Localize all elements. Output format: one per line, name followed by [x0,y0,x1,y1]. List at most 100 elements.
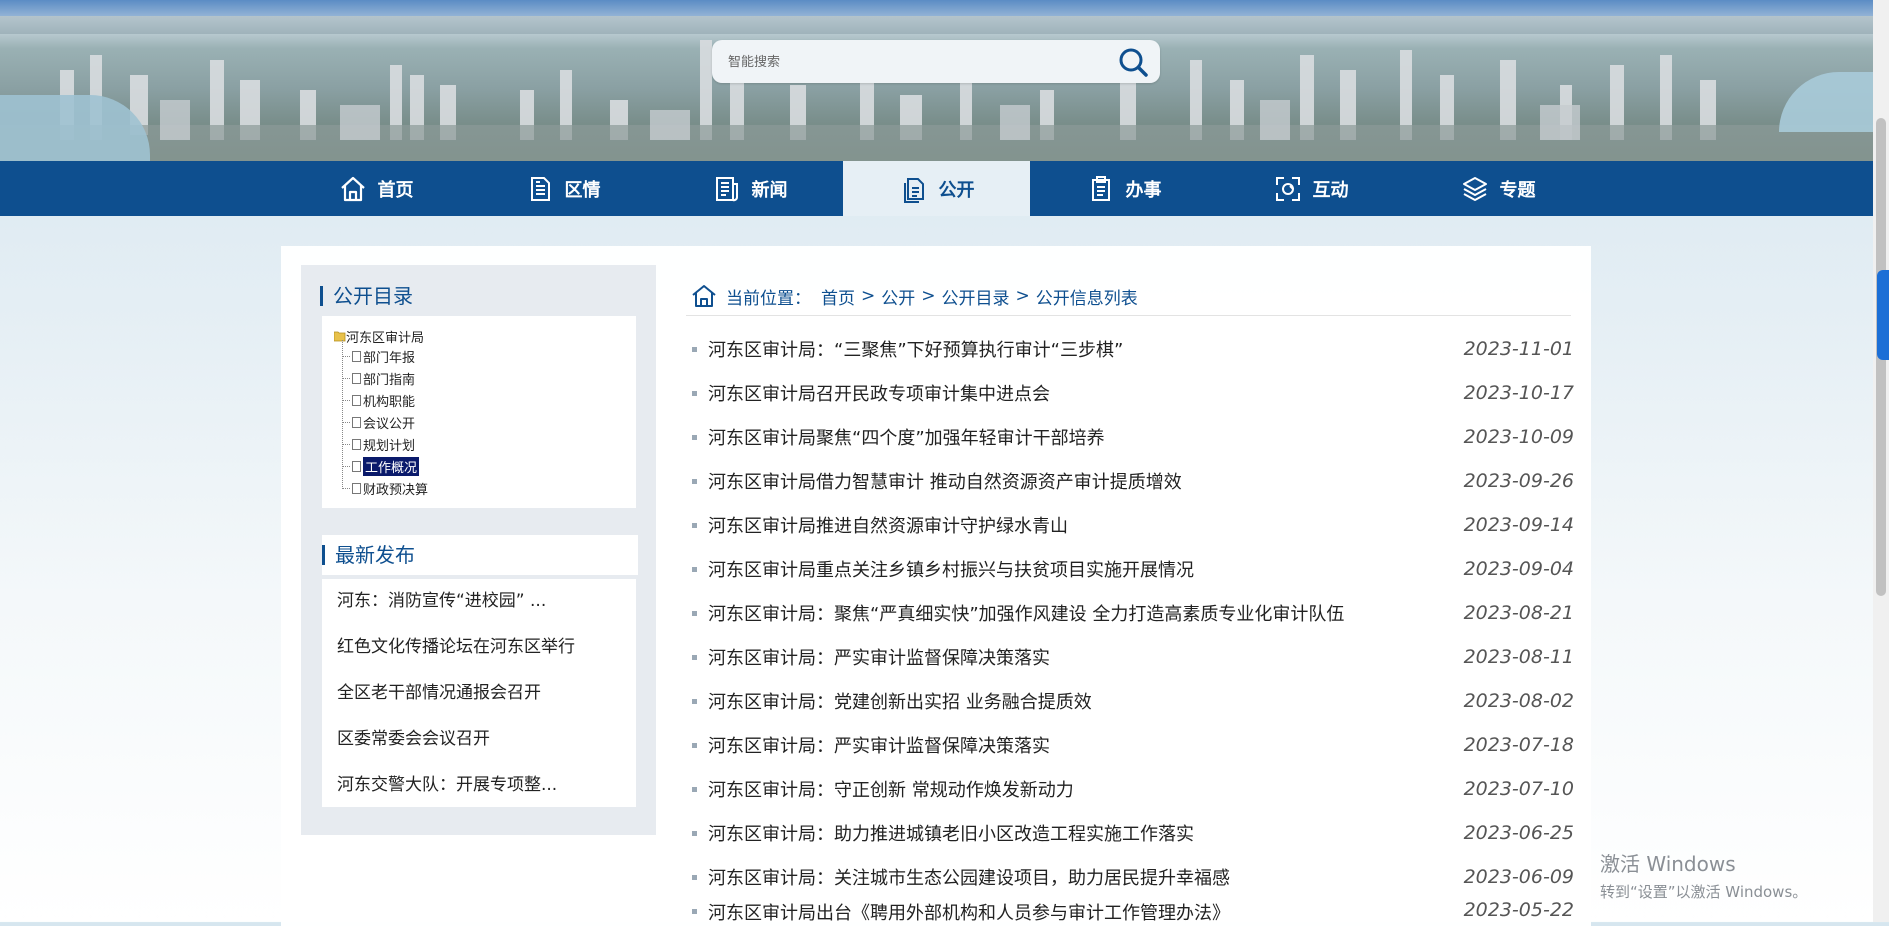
article-date: 2023-09-14 [1463,514,1574,536]
tree-item-label: 工作概况 [363,456,420,476]
side-tab[interactable] [1877,270,1889,360]
article-row[interactable]: 河东区审计局：“三聚焦”下好预算执行审计“三步棋” 2023-11-01 [692,327,1574,371]
article-row[interactable]: 河东区审计局推进自然资源审计守护绿水青山 2023-09-14 [692,503,1574,547]
nav-label-home: 首页 [377,179,414,201]
tree-item-label: 规划计划 [363,438,416,454]
breadcrumb-link-list[interactable]: 公开信息列表 [1036,284,1138,309]
article-title: 河东区审计局：关注城市生态公园建设项目，助力居民提升幸福感 [708,868,1230,889]
bullet [692,874,697,880]
article-row[interactable]: 河东区审计局出台《聘用外部机构和人员参与审计工作管理办法》 2023-05-22 [692,899,1574,922]
tree-root[interactable]: 河东区审计局 [334,327,424,346]
layers-icon [1462,176,1487,201]
article-title: 河东区审计局：助力推进城镇老旧小区改造工程实施工作落实 [708,824,1194,845]
nav-item-public[interactable]: 公开 [843,161,1030,216]
breadcrumb-separator: > [861,286,876,306]
article-date: 2023-09-26 [1463,470,1574,492]
bullet [692,742,697,748]
nav-item-news[interactable]: 新闻 [656,161,843,216]
interact-icon [1275,176,1300,201]
tree-item-selected[interactable]: 工作概况 [342,455,420,477]
document-icon [530,176,550,201]
bullet [692,786,697,792]
nav-label-public: 公开 [938,179,975,201]
tree-dash [342,487,350,489]
breadcrumb-separator: > [1015,286,1030,306]
article-date: 2023-11-01 [1463,338,1574,360]
article-row[interactable]: 河东区审计局借力智慧审计 推动自然资源资产审计提质增效 2023-09-26 [692,459,1574,503]
latest-item[interactable]: 河东交警大队：开展专项整... [337,763,627,807]
article-title: 河东区审计局：党建创新出实招 业务融合提质效 [708,692,1092,713]
article-row[interactable]: 河东区审计局：党建创新出实招 业务融合提质效 2023-08-02 [692,679,1574,723]
tree-item[interactable]: 财政预决算 [342,477,428,499]
nav-label-topics: 专题 [1499,179,1536,201]
nav-label-news: 新闻 [751,179,788,201]
news-icon [715,176,738,201]
latest-item[interactable]: 河东：消防宣传“进校园” ... [337,579,627,623]
search-button[interactable] [1116,45,1150,79]
tree-item[interactable]: 部门年报 [342,345,415,367]
bullet [692,830,697,836]
nav-item-home[interactable]: 首页 [282,161,469,216]
article-row[interactable]: 河东区审计局召开民政专项审计集中进点会 2023-10-17 [692,371,1574,415]
article-row[interactable]: 河东区审计局聚焦“四个度”加强年轻审计干部培养 2023-10-09 [692,415,1574,459]
latest-title: 最新发布 [335,543,415,567]
breadcrumb-separator: > [921,286,936,306]
tree-item[interactable]: 部门指南 [342,367,415,389]
nav-item-region[interactable]: 区情 [469,161,656,216]
article-title: 河东区审计局：严实审计监督保障决策落实 [708,648,1050,669]
latest-item[interactable]: 全区老干部情况通报会召开 [337,671,627,715]
article-row[interactable]: 河东区审计局：聚焦“严真细实快”加强作风建设 全力打造高素质专业化审计队伍 202… [692,591,1574,635]
breadcrumb-link-home[interactable]: 首页 [821,284,855,309]
tree-dash [342,399,350,401]
city-banner [0,0,1889,161]
tree-item-label: 部门年报 [363,350,416,366]
article-date: 2023-08-02 [1463,690,1574,712]
file-icon [352,438,361,450]
tree-item[interactable]: 会议公开 [342,411,415,433]
bullet [692,610,697,616]
breadcrumb: 当前位置： 首页 > 公开 > 公开目录 > 公开信息列表 [690,280,1138,312]
catalog-title: 公开目录 [333,284,413,308]
article-date: 2023-06-25 [1463,822,1574,844]
home-icon [692,285,716,307]
bullet [692,566,697,572]
article-row[interactable]: 河东区审计局重点关注乡镇乡村振兴与扶贫项目实施开展情况 2023-09-04 [692,547,1574,591]
article-row[interactable]: 河东区审计局：助力推进城镇老旧小区改造工程实施工作落实 2023-06-25 [692,811,1574,855]
article-row[interactable]: 河东区审计局：严实审计监督保障决策落实 2023-08-11 [692,635,1574,679]
files-icon [903,177,924,203]
nav-item-topics[interactable]: 专题 [1404,161,1591,216]
search-input[interactable] [726,48,1110,76]
article-row[interactable]: 河东区审计局：严实审计监督保障决策落实 2023-07-18 [692,723,1574,767]
watermark-line1: 激活 Windows [1600,852,1736,876]
article-date: 2023-10-17 [1463,382,1574,404]
file-icon [352,416,361,428]
tree-item[interactable]: 规划计划 [342,433,415,455]
nav-label-service: 办事 [1125,179,1162,201]
tree-item[interactable]: 机构职能 [342,389,415,411]
nav-item-service[interactable]: 办事 [1030,161,1217,216]
file-icon [352,394,361,406]
latest-item[interactable]: 红色文化传播论坛在河东区举行 [337,625,627,669]
bullet [692,909,697,914]
watermark-line2: 转到“设置”以激活 Windows。 [1600,883,1808,901]
tree-root-label: 河东区审计局 [346,331,425,346]
article-row[interactable]: 河东区审计局：守正创新 常规动作焕发新动力 2023-07-10 [692,767,1574,811]
breadcrumb-divider [686,315,1571,316]
article-title: 河东区审计局：严实审计监督保障决策落实 [708,736,1050,757]
file-icon [352,372,361,384]
article-title: 河东区审计局借力智慧审计 推动自然资源资产审计提质增效 [708,472,1182,493]
latest-item[interactable]: 区委常委会会议召开 [337,717,627,761]
windows-activation-watermark: 激活 Windows 转到“设置”以激活 Windows。 [1600,848,1807,902]
article-row[interactable]: 河东区审计局：关注城市生态公园建设项目，助力居民提升幸福感 2023-06-09 [692,855,1574,899]
breadcrumb-link-catalog[interactable]: 公开目录 [942,284,1010,309]
article-date: 2023-06-09 [1463,866,1574,888]
article-title: 河东区审计局重点关注乡镇乡村振兴与扶贫项目实施开展情况 [708,560,1194,581]
breadcrumb-link-public[interactable]: 公开 [881,284,915,309]
page-scrollbar[interactable] [1873,0,1889,922]
nav-item-interact[interactable]: 互动 [1217,161,1404,216]
tree-dash [342,355,350,357]
heading-accent-bar [322,545,325,565]
bullet [692,698,697,704]
tree-item-label: 部门指南 [363,372,416,388]
bullet [692,522,697,528]
